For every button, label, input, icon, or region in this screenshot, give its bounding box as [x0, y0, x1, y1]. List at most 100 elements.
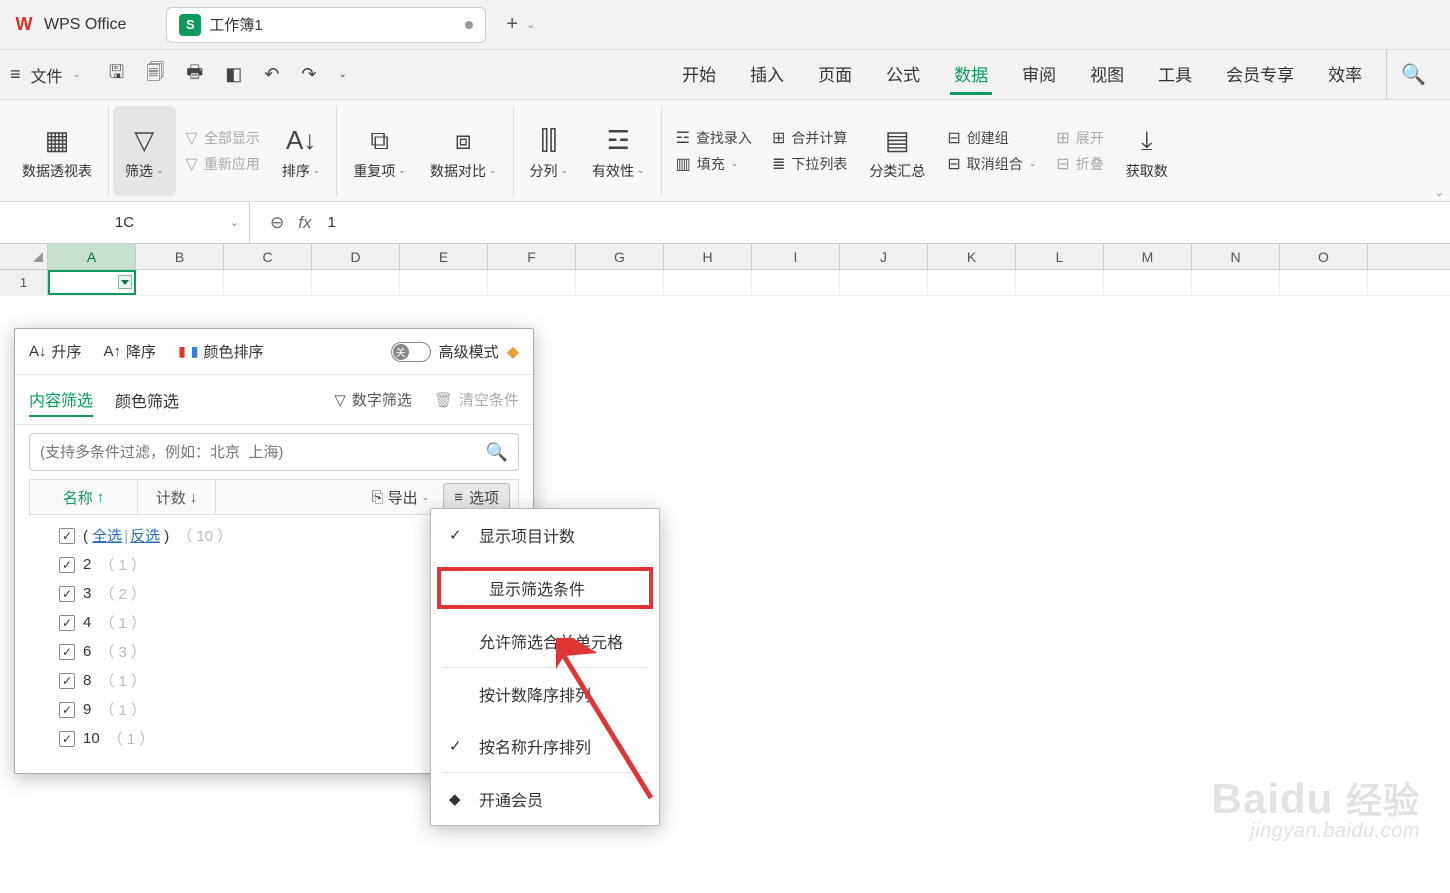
chevron-down-icon[interactable]: ⌄	[338, 69, 346, 80]
show-conditions-option[interactable]: 显示筛选条件	[437, 567, 653, 609]
compare-button[interactable]: ⧈ 数据对比⌄	[418, 106, 514, 196]
find-entry-button[interactable]: ☲查找录入	[676, 128, 752, 148]
col-J[interactable]: J	[840, 244, 928, 269]
cancel-icon[interactable]: ⊖	[270, 213, 284, 233]
col-G[interactable]: G	[576, 244, 664, 269]
color-sort-button[interactable]: ▮▮颜色排序	[178, 341, 263, 362]
name-box[interactable]: 1C ⌄	[0, 202, 250, 243]
color-filter-tab[interactable]: 颜色筛选	[115, 384, 179, 416]
checkbox-checked-icon[interactable]	[59, 644, 75, 660]
vip-option[interactable]: ◆开通会员	[431, 773, 659, 825]
filter-button[interactable]: ▽ 筛选⌄	[113, 106, 176, 196]
menu-formula[interactable]: 公式	[882, 55, 924, 95]
sort-asc-button[interactable]: A↓升序	[29, 341, 82, 362]
checkbox-checked-icon[interactable]	[59, 586, 75, 602]
undo-icon[interactable]: ↶	[264, 64, 279, 85]
sort-desc-button[interactable]: A↑降序	[104, 341, 157, 362]
rowhead-1[interactable]: 1	[0, 270, 48, 295]
col-D[interactable]: D	[312, 244, 400, 269]
search-button[interactable]: 🔍	[1386, 50, 1440, 99]
menu-insert[interactable]: 插入	[746, 55, 788, 95]
fx-icon[interactable]: fx	[298, 213, 311, 233]
col-O[interactable]: O	[1280, 244, 1368, 269]
number-filter-button[interactable]: ▽数字筛选	[334, 389, 412, 410]
filter-search-box[interactable]: 🔍	[29, 433, 519, 471]
cell[interactable]	[1192, 270, 1280, 295]
save-icon[interactable]: 🖫	[109, 60, 124, 90]
cell[interactable]	[136, 270, 224, 295]
cell[interactable]	[928, 270, 1016, 295]
menu-efficiency[interactable]: 效率	[1324, 55, 1366, 95]
invert-link[interactable]: 反选	[130, 528, 160, 545]
save-as-icon[interactable]: 🗐	[146, 60, 164, 90]
subtotal-button[interactable]: ▤ 分类汇总	[857, 106, 937, 196]
select-all-corner[interactable]	[0, 244, 48, 269]
export-button[interactable]: ⎘导出⌄	[372, 487, 430, 508]
menu-tools[interactable]: 工具	[1154, 55, 1196, 95]
group-button[interactable]: ⊟创建组	[947, 128, 1036, 148]
cell[interactable]	[224, 270, 312, 295]
cell[interactable]	[312, 270, 400, 295]
reapply-button[interactable]: ▽重新应用	[186, 154, 260, 174]
ungroup-button[interactable]: ⊟取消组合⌄	[947, 154, 1036, 174]
menu-vip[interactable]: 会员专享	[1222, 55, 1298, 95]
filter-search-input[interactable]	[40, 444, 486, 461]
cell[interactable]	[1280, 270, 1368, 295]
col-B[interactable]: B	[136, 244, 224, 269]
dropdown-list-button[interactable]: ≣下拉列表	[772, 154, 847, 174]
menu-data[interactable]: 数据	[950, 55, 992, 95]
show-all-button[interactable]: ▽全部显示	[186, 128, 260, 148]
consolidate-button[interactable]: ⊞合并计算	[772, 128, 847, 148]
allow-merge-option[interactable]: 允许筛选合并单元格	[431, 615, 659, 667]
sort-name-asc-option[interactable]: ✓按名称升序排列	[431, 720, 659, 772]
col-A[interactable]: A	[48, 244, 136, 269]
formula-input[interactable]: 1	[327, 214, 335, 231]
content-filter-tab[interactable]: 内容筛选	[29, 383, 93, 417]
cell-A1[interactable]	[48, 270, 136, 295]
menu-start[interactable]: 开始	[678, 55, 720, 95]
fetch-data-button[interactable]: ⤓ 获取数	[1114, 106, 1180, 196]
pivot-table-button[interactable]: ▦ 数据透视表	[10, 106, 109, 196]
fill-button[interactable]: ▥填充⌄	[676, 154, 752, 174]
checkbox-checked-icon[interactable]	[59, 557, 75, 573]
cell[interactable]	[400, 270, 488, 295]
checkbox-checked-icon[interactable]	[59, 673, 75, 689]
col-M[interactable]: M	[1104, 244, 1192, 269]
duplicates-button[interactable]: ⧉ 重复项⌄	[341, 106, 418, 196]
checkbox-checked-icon[interactable]	[59, 731, 75, 747]
redo-icon[interactable]: ↷	[301, 64, 316, 85]
checkbox-checked-icon[interactable]	[59, 615, 75, 631]
expand-button[interactable]: ⊞展开	[1056, 128, 1103, 148]
col-C[interactable]: C	[224, 244, 312, 269]
menu-page[interactable]: 页面	[814, 55, 856, 95]
col-N[interactable]: N	[1192, 244, 1280, 269]
sort-by-name-button[interactable]: 名称↑	[30, 480, 138, 514]
col-K[interactable]: K	[928, 244, 1016, 269]
menu-review[interactable]: 审阅	[1018, 55, 1060, 95]
validity-button[interactable]: ☲ 有效性⌄	[580, 106, 662, 196]
col-I[interactable]: I	[752, 244, 840, 269]
file-menu[interactable]: 文件	[31, 63, 63, 87]
cell[interactable]	[1016, 270, 1104, 295]
advanced-mode-toggle[interactable]: 关 高级模式 ◆	[391, 341, 519, 362]
col-H[interactable]: H	[664, 244, 752, 269]
show-count-option[interactable]: ✓显示项目计数	[431, 509, 659, 561]
ribbon-collapse-button[interactable]: ⌄	[1435, 186, 1444, 199]
col-E[interactable]: E	[400, 244, 488, 269]
checkbox-checked-icon[interactable]	[59, 702, 75, 718]
collapse-button[interactable]: ⊟折叠	[1056, 154, 1103, 174]
cell[interactable]	[488, 270, 576, 295]
split-button[interactable]: ⫿⫿ 分列⌄	[518, 106, 581, 196]
col-L[interactable]: L	[1016, 244, 1104, 269]
print-preview-icon[interactable]: ◧	[225, 64, 242, 85]
select-all-link[interactable]: 全选	[92, 528, 122, 545]
menu-view[interactable]: 视图	[1086, 55, 1128, 95]
clear-conditions-button[interactable]: 🗑清空条件	[434, 389, 519, 410]
document-tab[interactable]: S 工作簿1	[166, 7, 486, 43]
cell-filter-button[interactable]	[118, 275, 132, 289]
cell[interactable]	[576, 270, 664, 295]
sort-by-count-button[interactable]: 计数↓	[138, 480, 216, 514]
cell[interactable]	[664, 270, 752, 295]
print-icon[interactable]: 🖶	[186, 60, 203, 90]
col-F[interactable]: F	[488, 244, 576, 269]
